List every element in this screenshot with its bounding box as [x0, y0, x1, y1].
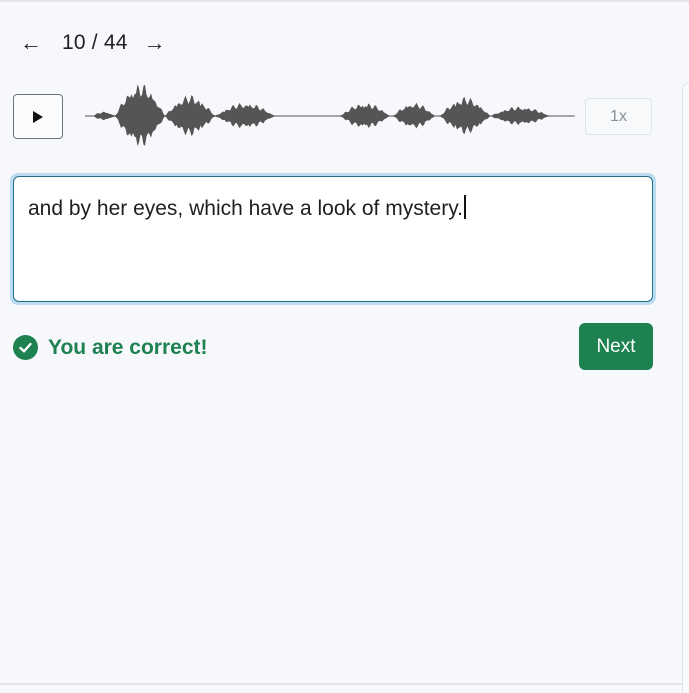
- play-button[interactable]: [13, 94, 63, 139]
- exercise-navigation: ← 10 / 44 →: [14, 26, 172, 60]
- top-divider: [0, 0, 689, 2]
- answer-textarea[interactable]: and by her eyes, which have a look of my…: [13, 176, 653, 302]
- previous-arrow-icon[interactable]: ←: [14, 26, 48, 60]
- result-message: You are correct!: [48, 335, 208, 359]
- answer-text: and by her eyes, which have a look of my…: [28, 197, 463, 220]
- check-circle-icon: [13, 335, 38, 360]
- playback-speed-button[interactable]: 1x: [585, 98, 652, 135]
- result-feedback: You are correct!: [13, 335, 208, 360]
- text-caret: [464, 195, 466, 219]
- next-arrow-icon[interactable]: →: [138, 26, 172, 60]
- answer-focus-ring: and by her eyes, which have a look of my…: [10, 173, 656, 305]
- next-button[interactable]: Next: [579, 323, 653, 370]
- side-panel-edge: [682, 82, 689, 693]
- play-icon: [33, 110, 43, 123]
- exercise-counter: 10 / 44: [62, 31, 128, 54]
- waveform-shape: [85, 84, 574, 146]
- audio-waveform[interactable]: [85, 78, 575, 148]
